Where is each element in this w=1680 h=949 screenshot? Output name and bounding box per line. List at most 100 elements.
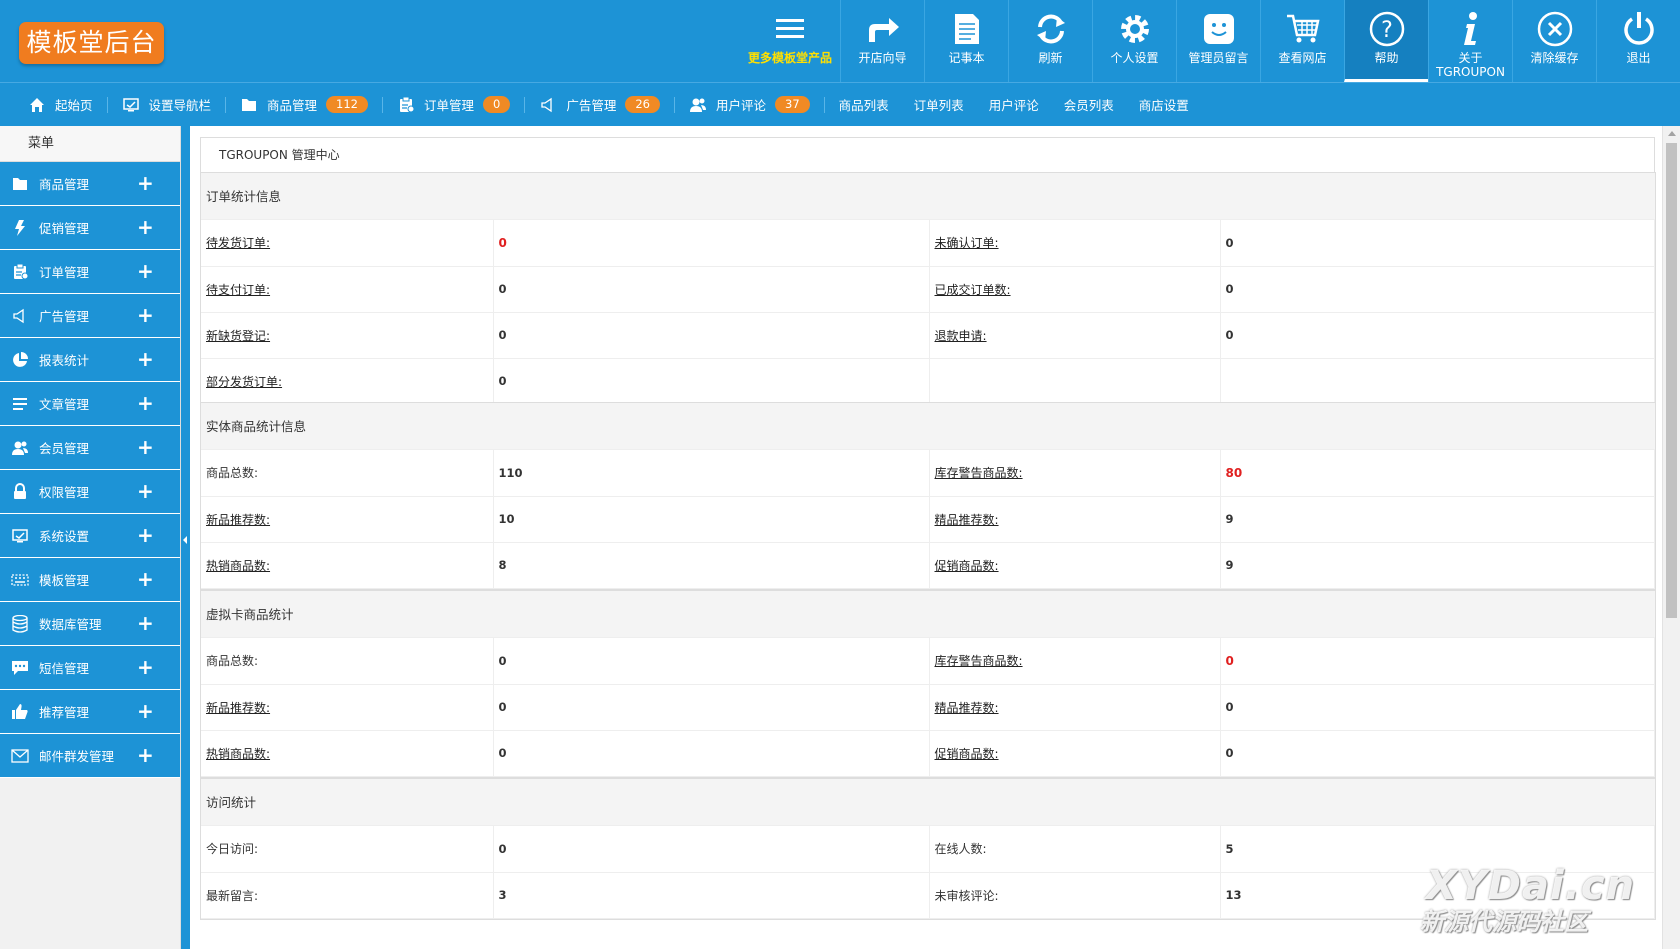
stat-label: 最新留言: bbox=[206, 888, 259, 903]
stat-label-cell: 未确认订单: bbox=[929, 220, 1221, 267]
toolbar-button-message[interactable]: 管理员留言 bbox=[1176, 0, 1260, 82]
stat-link[interactable]: 热销商品数: bbox=[206, 559, 270, 573]
toolbar-button-cart[interactable]: 查看网店 bbox=[1260, 0, 1344, 82]
count-badge: 112 bbox=[326, 96, 368, 113]
stats-panel: 虚拟卡商品统计 商品总数: 0 库存警告商品数: 0 新品推荐数: 0 精品推荐数: 0 热销商品… bbox=[200, 590, 1656, 778]
sidebar-item-10[interactable]: 数据库管理 + bbox=[0, 602, 180, 646]
toolbar-button-gear[interactable]: 个人设置 bbox=[1092, 0, 1176, 82]
expand-plus-icon[interactable]: + bbox=[137, 171, 154, 195]
sidebar-item-9[interactable]: 模板管理 + bbox=[0, 558, 180, 602]
folder-icon bbox=[240, 96, 258, 114]
refresh-icon bbox=[1031, 9, 1071, 49]
sidebar-collapse-splitter[interactable] bbox=[181, 126, 190, 949]
stat-value: 0 bbox=[1225, 653, 1234, 668]
toolbar-button-refresh[interactable]: 刷新 bbox=[1008, 0, 1092, 82]
toolbar-button-power[interactable]: 退出 bbox=[1596, 0, 1680, 82]
sidebar-item-7[interactable]: 权限管理 + bbox=[0, 470, 180, 514]
top-toolbar: 更多模板堂产品 开店向导 记事本 刷新 个人设置 管理员留言 查看网店? 帮助 关于 TGROUP… bbox=[740, 0, 1680, 82]
sidebar-item-13[interactable]: 邮件群发管理 + bbox=[0, 734, 180, 778]
list-icon bbox=[10, 394, 30, 414]
nav-link-5[interactable]: 用户评论 37 bbox=[689, 83, 839, 127]
stat-value: 0 bbox=[498, 282, 507, 296]
expand-plus-icon[interactable]: + bbox=[137, 479, 154, 503]
expand-plus-icon[interactable]: + bbox=[137, 259, 154, 283]
nav-link-10[interactable]: 商店设置 bbox=[1139, 83, 1189, 127]
stat-link[interactable]: 新品推荐数: bbox=[206, 701, 270, 715]
expand-plus-icon[interactable]: + bbox=[137, 655, 154, 679]
toolbar-button-label: 个人设置 bbox=[1110, 51, 1159, 65]
vertical-scrollbar[interactable] bbox=[1662, 126, 1680, 949]
expand-plus-icon[interactable]: + bbox=[137, 699, 154, 723]
sidebar-item-2[interactable]: 订单管理 + bbox=[0, 250, 180, 294]
stat-label-cell: 未审核评论: bbox=[929, 872, 1221, 919]
stat-link[interactable]: 库存警告商品数: bbox=[935, 466, 1023, 480]
nav-link-2[interactable]: 商品管理 112 bbox=[240, 83, 397, 127]
nav-link-1[interactable]: 设置导航栏 bbox=[122, 83, 241, 127]
stat-link[interactable]: 部分发货订单: bbox=[206, 375, 282, 389]
power-icon bbox=[1619, 9, 1659, 49]
scrollbar-thumb[interactable] bbox=[1666, 143, 1677, 618]
stat-link[interactable]: 未确认订单: bbox=[935, 236, 999, 250]
nav-link-8[interactable]: 用户评论 bbox=[989, 83, 1039, 127]
stat-link[interactable]: 新品推荐数: bbox=[206, 513, 270, 527]
expand-plus-icon[interactable]: + bbox=[137, 347, 154, 371]
sidebar-item-5[interactable]: 文章管理 + bbox=[0, 382, 180, 426]
stat-link[interactable]: 退款申请: bbox=[935, 329, 987, 343]
nav-link-6[interactable]: 商品列表 bbox=[839, 83, 889, 127]
stat-link[interactable]: 热销商品数: bbox=[206, 747, 270, 761]
stat-link[interactable]: 库存警告商品数: bbox=[935, 654, 1023, 668]
sidebar-item-8[interactable]: 系统设置 + bbox=[0, 514, 180, 558]
sidebar-item-4[interactable]: 报表统计 + bbox=[0, 338, 180, 382]
svg-text:?: ? bbox=[1381, 18, 1393, 43]
table-row: 热销商品数: 0 促销商品数: 0 bbox=[201, 730, 1655, 777]
collapse-arrow-icon[interactable] bbox=[183, 536, 187, 544]
expand-plus-icon[interactable]: + bbox=[137, 567, 154, 591]
stat-link[interactable]: 精品推荐数: bbox=[935, 513, 999, 527]
expand-plus-icon[interactable]: + bbox=[137, 435, 154, 459]
stat-link[interactable]: 促销商品数: bbox=[935, 747, 999, 761]
stat-link[interactable]: 待发货订单: bbox=[206, 236, 270, 250]
expand-plus-icon[interactable]: + bbox=[137, 303, 154, 327]
toolbar-button-notepad[interactable]: 记事本 bbox=[924, 0, 1008, 82]
stat-link[interactable]: 新缺货登记: bbox=[206, 329, 270, 343]
nav-link-3[interactable]: 订单管理 0 bbox=[397, 83, 539, 127]
thumbs-up-icon bbox=[10, 702, 30, 722]
stat-value: 0 bbox=[498, 746, 507, 760]
toolbar-button-info[interactable]: 关于 TGROUPON bbox=[1428, 0, 1512, 82]
table-row: 商品总数: 0 库存警告商品数: 0 bbox=[201, 638, 1655, 685]
expand-plus-icon[interactable]: + bbox=[137, 391, 154, 415]
toolbar-button-help[interactable]: ? 帮助 bbox=[1344, 0, 1428, 82]
expand-plus-icon[interactable]: + bbox=[137, 215, 154, 239]
sidebar-item-12[interactable]: 推荐管理 + bbox=[0, 690, 180, 734]
expand-plus-icon[interactable]: + bbox=[137, 523, 154, 547]
notepad-icon bbox=[947, 9, 987, 49]
scroll-up-icon[interactable] bbox=[1668, 131, 1676, 136]
nav-link-9[interactable]: 会员列表 bbox=[1064, 83, 1114, 127]
nav-link-7[interactable]: 订单列表 bbox=[914, 83, 964, 127]
sidebar-item-6[interactable]: 会员管理 + bbox=[0, 426, 180, 470]
sidebar-item-0[interactable]: 商品管理 + bbox=[0, 162, 180, 206]
nav-separator bbox=[823, 96, 825, 113]
sidebar-item-3[interactable]: 广告管理 + bbox=[0, 294, 180, 338]
sidebar-item-1[interactable]: 促销管理 + bbox=[0, 206, 180, 250]
stat-link[interactable]: 待支付订单: bbox=[206, 283, 270, 297]
table-row: 新缺货登记: 0 退款申请: 0 bbox=[201, 312, 1655, 359]
toolbar-button-share-arrow[interactable]: 开店向导 bbox=[840, 0, 924, 82]
nav-link-4[interactable]: 广告管理 26 bbox=[539, 83, 689, 127]
stat-value-cell: 0 bbox=[493, 220, 930, 267]
stat-link[interactable]: 促销商品数: bbox=[935, 559, 999, 573]
nav-link-0[interactable]: 起始页 bbox=[28, 83, 122, 127]
toolbar-button-close-circle[interactable]: 清除缓存 bbox=[1512, 0, 1596, 82]
expand-plus-icon[interactable]: + bbox=[137, 611, 154, 635]
stat-label-cell: 新品推荐数: bbox=[201, 496, 494, 543]
nav-link-label: 广告管理 bbox=[566, 98, 617, 113]
stat-link[interactable]: 已成交订单数: bbox=[935, 283, 1011, 297]
app-logo[interactable]: 模板堂后台 bbox=[19, 22, 164, 64]
expand-plus-icon[interactable]: + bbox=[137, 743, 154, 767]
sidebar-item-11[interactable]: 短信管理 + bbox=[0, 646, 180, 690]
stat-value: 0 bbox=[1225, 235, 1234, 250]
stat-value: 0 bbox=[1225, 746, 1234, 760]
chat-icon bbox=[10, 658, 30, 678]
stat-link[interactable]: 精品推荐数: bbox=[935, 701, 999, 715]
toolbar-button-menu[interactable]: 更多模板堂产品 bbox=[740, 0, 840, 82]
